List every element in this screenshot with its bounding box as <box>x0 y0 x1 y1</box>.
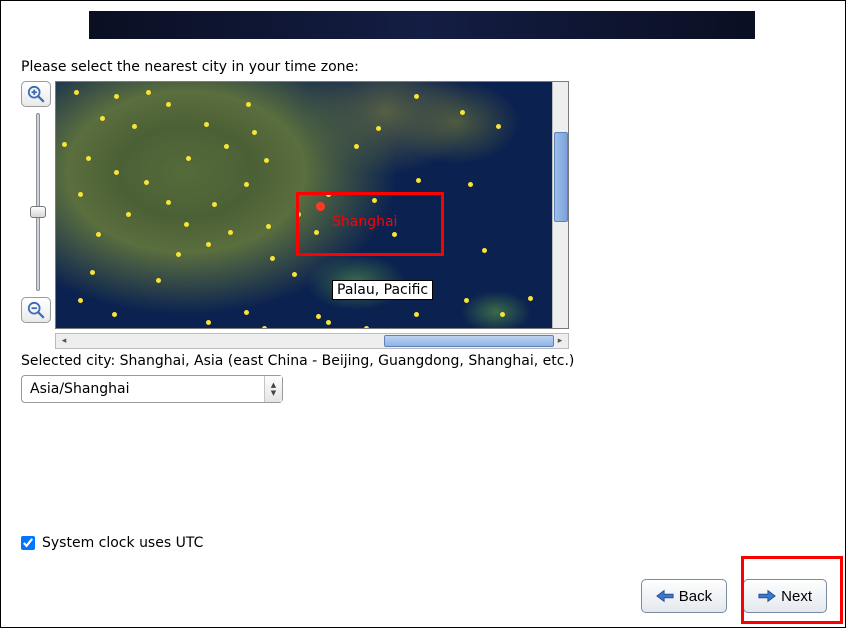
city-dot[interactable] <box>244 310 249 315</box>
city-dot[interactable] <box>264 158 269 163</box>
city-dot[interactable] <box>206 320 211 325</box>
city-dot[interactable] <box>354 144 359 149</box>
city-dot[interactable] <box>132 124 137 129</box>
next-button[interactable]: Next <box>743 579 827 613</box>
city-dot[interactable] <box>414 312 419 317</box>
map-vertical-scrollbar[interactable] <box>552 82 568 329</box>
utc-checkbox[interactable] <box>21 536 35 550</box>
city-dot[interactable] <box>176 252 181 257</box>
selected-city-value: Shanghai, Asia (east China - Beijing, Gu… <box>120 353 575 369</box>
city-dot[interactable] <box>468 182 473 187</box>
timezone-dropdown[interactable]: Asia/Shanghai ▲ ▼ <box>21 375 283 403</box>
city-dot[interactable] <box>528 296 533 301</box>
utc-checkbox-label: System clock uses UTC <box>42 535 203 551</box>
zoom-out-button[interactable] <box>21 297 51 323</box>
world-map[interactable]: Shanghai Palau, Pacific <box>55 81 569 329</box>
city-dot[interactable] <box>246 102 251 107</box>
installer-window: Please select the nearest city in your t… <box>0 0 846 628</box>
city-dot[interactable] <box>144 180 149 185</box>
header-banner <box>89 11 755 39</box>
city-dot[interactable] <box>146 90 151 95</box>
prompt-text: Please select the nearest city in your t… <box>21 59 359 75</box>
city-dot[interactable] <box>376 126 381 131</box>
back-button-label: Back <box>679 588 712 605</box>
zoom-slider-thumb[interactable] <box>30 206 46 218</box>
selected-prefix: Selected city: <box>21 353 120 369</box>
city-dot[interactable] <box>112 312 117 317</box>
back-button[interactable]: Back <box>641 579 727 613</box>
city-dot[interactable] <box>114 94 119 99</box>
city-dot[interactable] <box>100 116 105 121</box>
city-dot[interactable] <box>156 278 161 283</box>
city-dot[interactable] <box>86 156 91 161</box>
city-dot[interactable] <box>496 124 501 129</box>
vscroll-thumb[interactable] <box>554 132 568 222</box>
city-dot[interactable] <box>482 248 487 253</box>
city-dot[interactable] <box>262 326 267 329</box>
city-dot[interactable] <box>62 142 67 147</box>
city-dot[interactable] <box>74 90 79 95</box>
hscroll-left-arrow[interactable]: ◂ <box>57 334 71 348</box>
zoom-controls <box>21 81 55 329</box>
timezone-map-area: Shanghai Palau, Pacific ◂ ▸ <box>21 81 569 349</box>
selected-city-marker <box>316 202 325 211</box>
arrow-right-icon <box>758 589 776 603</box>
city-dot[interactable] <box>392 232 397 237</box>
map-horizontal-scrollbar[interactable]: ◂ ▸ <box>55 333 569 349</box>
city-dot[interactable] <box>228 230 233 235</box>
hscroll-right-arrow[interactable]: ▸ <box>553 334 567 348</box>
city-dot[interactable] <box>126 212 131 217</box>
city-dot[interactable] <box>166 200 171 205</box>
city-dot[interactable] <box>184 222 189 227</box>
city-dot[interactable] <box>326 320 331 325</box>
next-button-label: Next <box>781 588 812 605</box>
city-dot[interactable] <box>224 144 229 149</box>
city-dot[interactable] <box>252 130 257 135</box>
city-dot[interactable] <box>296 212 301 217</box>
city-dot[interactable] <box>292 272 297 277</box>
utc-checkbox-row[interactable]: System clock uses UTC <box>21 535 203 551</box>
city-dot[interactable] <box>316 314 321 319</box>
city-dot[interactable] <box>78 298 83 303</box>
zoom-in-button[interactable] <box>21 81 51 107</box>
city-dot[interactable] <box>416 178 421 183</box>
city-dot[interactable] <box>96 232 101 237</box>
city-hover-tooltip: Palau, Pacific <box>332 280 433 300</box>
city-dot[interactable] <box>266 224 271 229</box>
city-dot[interactable] <box>326 192 331 197</box>
city-dot[interactable] <box>114 170 119 175</box>
zoom-out-icon <box>27 301 45 319</box>
city-dot[interactable] <box>500 312 505 317</box>
selected-city-text: Selected city: Shanghai, Asia (east Chin… <box>21 353 574 369</box>
zoom-in-icon <box>27 85 45 103</box>
city-dot[interactable] <box>314 230 319 235</box>
zoom-slider[interactable] <box>36 113 40 291</box>
city-dot[interactable] <box>460 110 465 115</box>
chevron-up-icon: ▲ <box>271 381 276 389</box>
arrow-left-icon <box>656 589 674 603</box>
timezone-value: Asia/Shanghai <box>22 381 264 397</box>
dropdown-spinner[interactable]: ▲ ▼ <box>264 376 282 402</box>
city-dot[interactable] <box>212 202 217 207</box>
chevron-down-icon: ▼ <box>271 389 276 397</box>
city-dot[interactable] <box>166 102 171 107</box>
city-dot[interactable] <box>364 326 369 329</box>
city-dot[interactable] <box>270 256 275 261</box>
map-canvas[interactable] <box>56 82 552 329</box>
city-dot[interactable] <box>372 198 377 203</box>
city-dot[interactable] <box>90 270 95 275</box>
city-dot[interactable] <box>414 94 419 99</box>
nav-button-row: Back Next <box>641 579 827 613</box>
city-dot[interactable] <box>186 156 191 161</box>
city-dot[interactable] <box>464 298 469 303</box>
city-dot[interactable] <box>78 192 83 197</box>
annotation-label-shanghai: Shanghai <box>332 214 397 230</box>
hscroll-thumb[interactable] <box>384 335 554 347</box>
city-dot[interactable] <box>244 182 249 187</box>
city-dot[interactable] <box>204 122 209 127</box>
city-dot[interactable] <box>206 242 211 247</box>
